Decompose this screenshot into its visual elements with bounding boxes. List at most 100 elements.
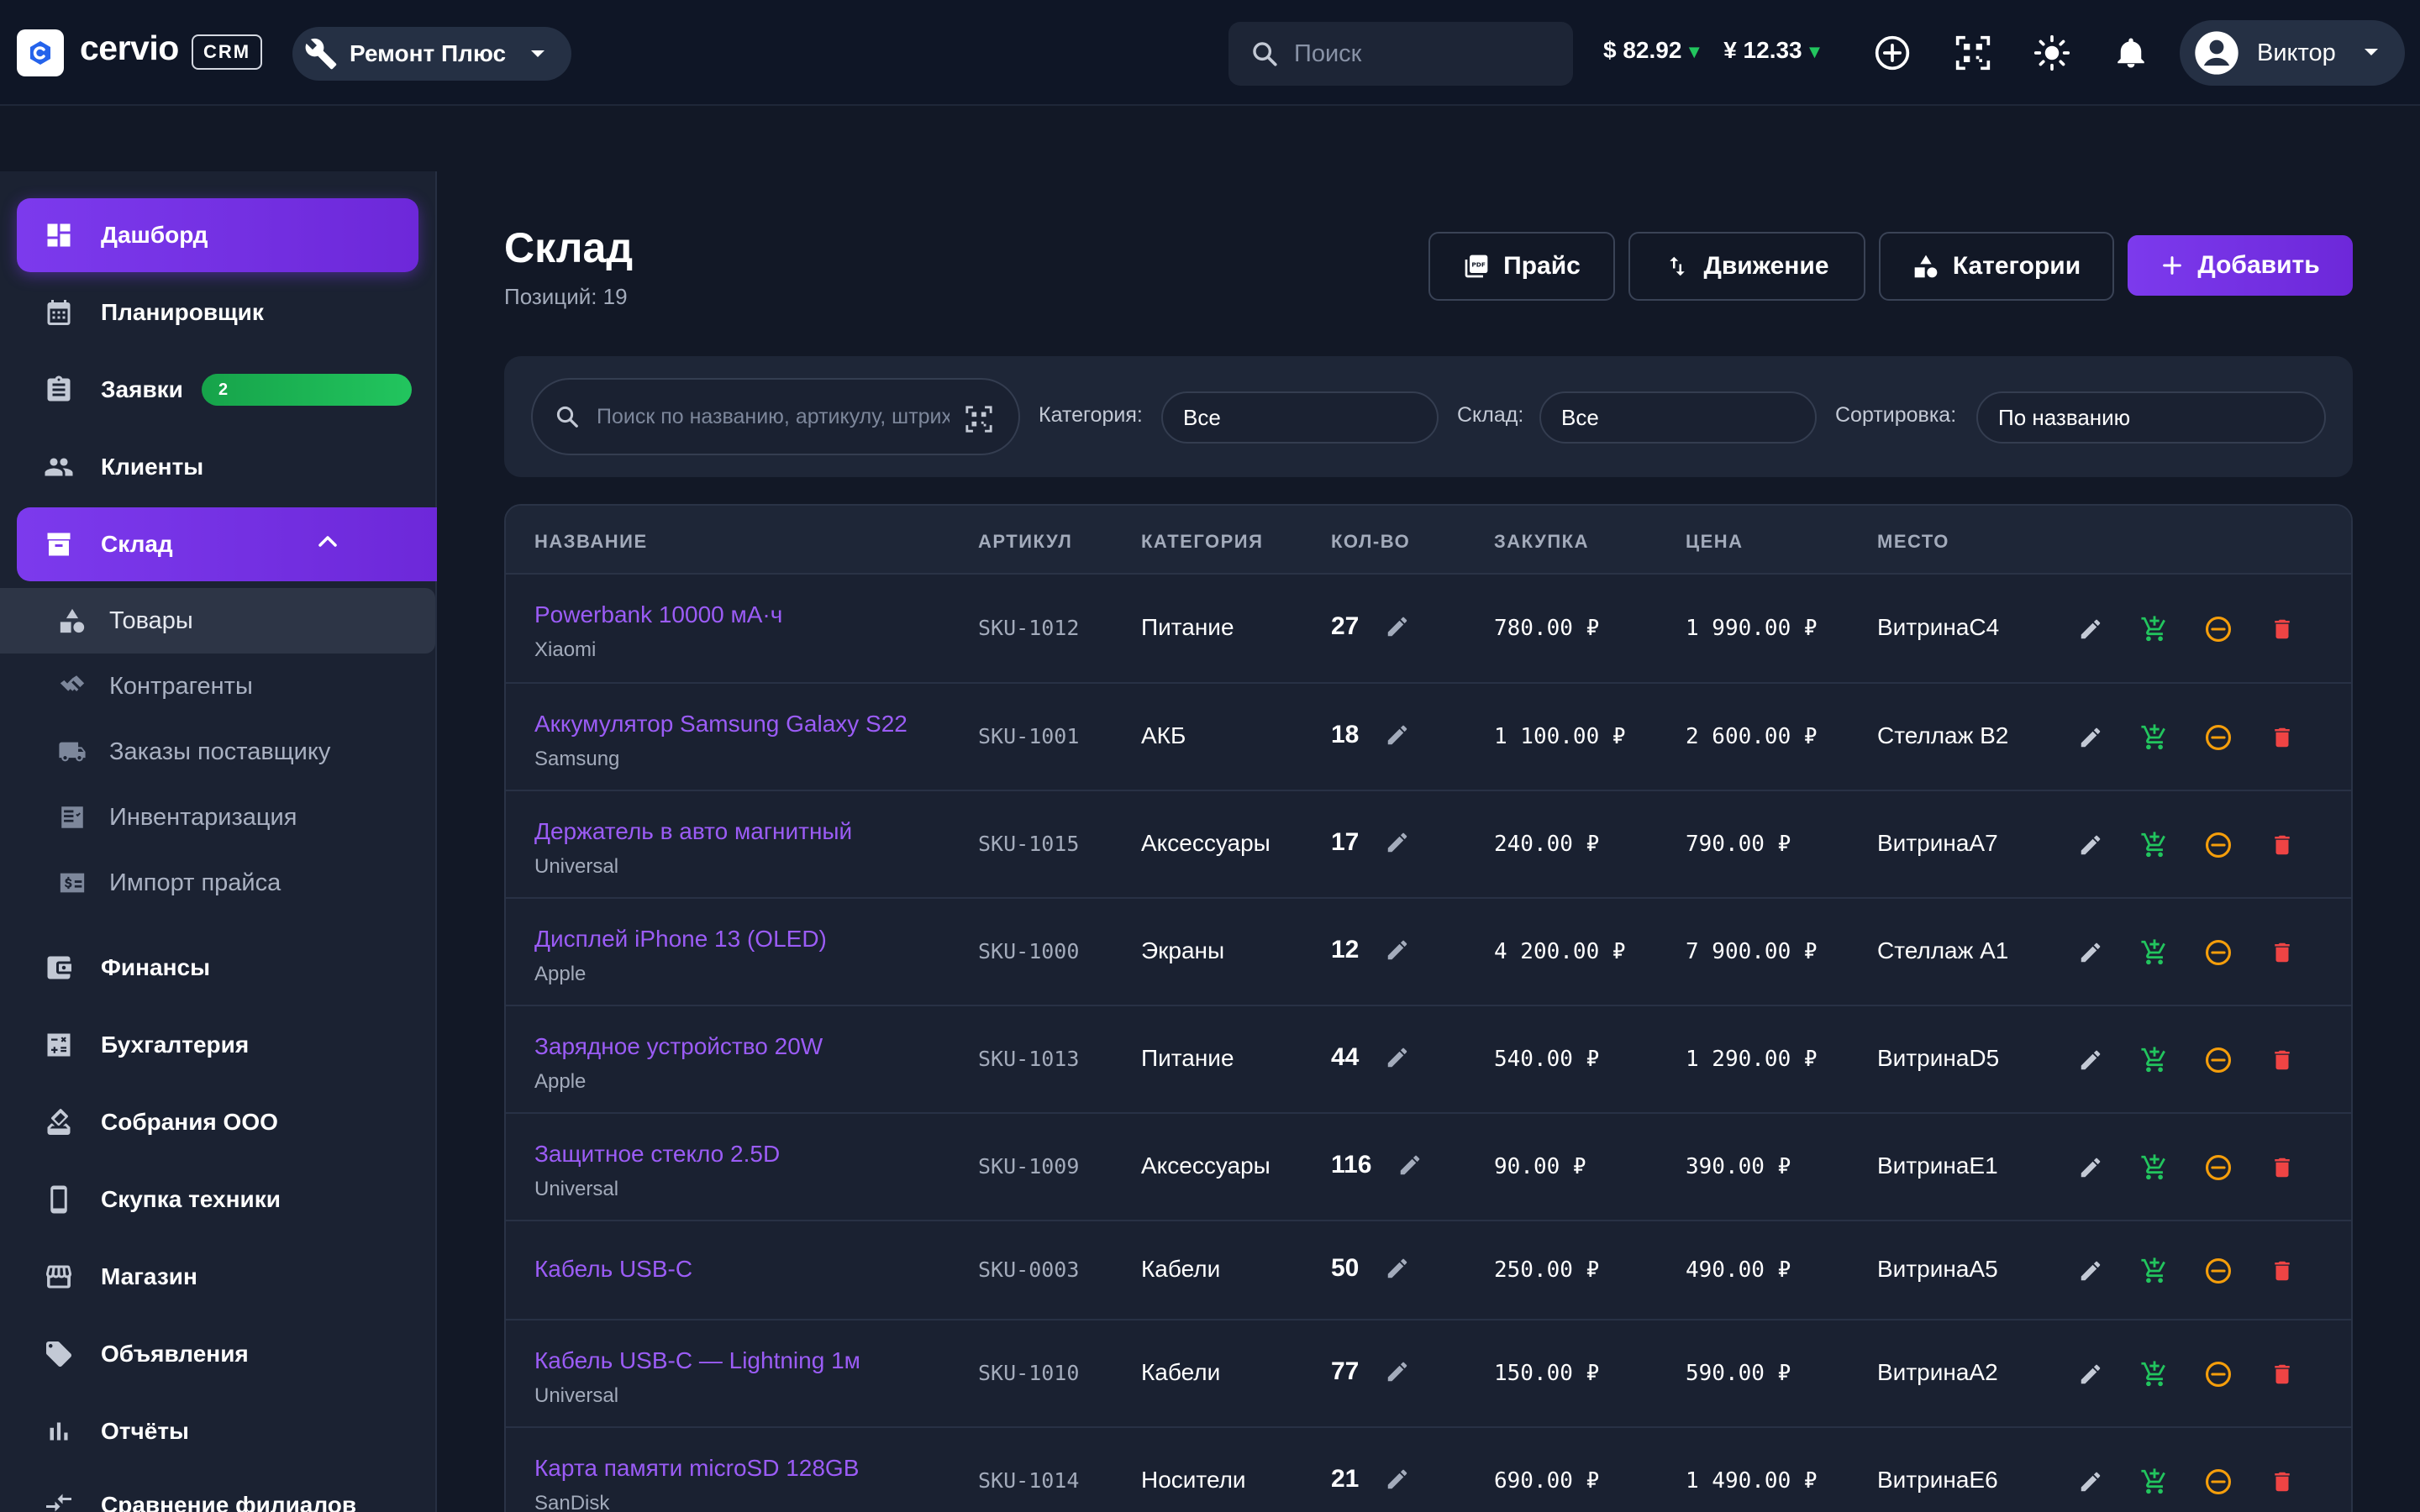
edit-qty-icon[interactable] <box>1382 1042 1413 1073</box>
add-circle-button[interactable] <box>1872 33 1912 73</box>
product-name-link[interactable]: Кабель USB-C <box>534 1256 692 1283</box>
sidebar-subitem-inventory[interactable]: Инвентаризация <box>0 785 435 850</box>
edit-icon[interactable] <box>2075 937 2106 968</box>
warehouse-filter-select[interactable]: Все <box>1539 391 1817 444</box>
add-to-cart-icon[interactable] <box>2139 1045 2170 1075</box>
add-to-cart-icon[interactable] <box>2139 830 2170 860</box>
sidebar-item-buyback[interactable]: Скупка техники <box>17 1163 418 1236</box>
table-row[interactable]: Держатель в авто магнитный Universal SKU-1… <box>506 791 2351 899</box>
edit-qty-icon[interactable] <box>1382 1357 1413 1387</box>
product-name-link[interactable]: Зарядное устройство 20W <box>534 1033 823 1060</box>
sidebar-item-ads[interactable]: Объявления <box>17 1317 418 1391</box>
write-off-icon[interactable] <box>2203 830 2233 860</box>
delete-icon[interactable] <box>2267 1152 2297 1183</box>
add-to-cart-icon[interactable] <box>2139 614 2170 644</box>
delete-icon[interactable] <box>2267 937 2297 968</box>
write-off-icon[interactable] <box>2203 1467 2233 1497</box>
write-off-icon[interactable] <box>2203 1256 2233 1286</box>
sidebar-item-store[interactable]: Магазин <box>17 1240 418 1314</box>
table-row[interactable]: Карта памяти microSD 128GB SanDisk SKU-101… <box>506 1428 2351 1512</box>
theme-toggle-button[interactable] <box>2032 33 2072 73</box>
categories-button[interactable]: Категории <box>1879 232 2114 301</box>
column-header-location[interactable]: МЕСТО <box>1877 531 1949 553</box>
sidebar-item-meetings[interactable]: Собрания ООО <box>17 1085 418 1159</box>
product-name-link[interactable]: Карта памяти microSD 128GB <box>534 1455 859 1482</box>
edit-icon[interactable] <box>2075 614 2106 644</box>
write-off-icon[interactable] <box>2203 1152 2233 1183</box>
write-off-icon[interactable] <box>2203 722 2233 753</box>
edit-qty-icon[interactable] <box>1382 612 1413 642</box>
table-row[interactable]: Защитное стекло 2.5D Universal SKU-1009 Акс… <box>506 1114 2351 1221</box>
edit-icon[interactable] <box>2075 830 2106 860</box>
write-off-icon[interactable] <box>2203 1359 2233 1389</box>
table-row[interactable]: Кабель USB-C — Lightning 1м Universal SKU-… <box>506 1320 2351 1428</box>
global-search-input[interactable]: Поиск <box>1228 22 1573 86</box>
sidebar-item-warehouse[interactable]: Склад <box>17 507 437 581</box>
barcode-scan-icon[interactable] <box>965 405 993 433</box>
edit-icon[interactable] <box>2075 722 2106 753</box>
edit-icon[interactable] <box>2075 1359 2106 1389</box>
delete-icon[interactable] <box>2267 722 2297 753</box>
column-header-price[interactable]: ЦЕНА <box>1686 531 1744 553</box>
price-list-button[interactable]: PDF Прайс <box>1428 232 1615 301</box>
sidebar-item-branch-compare[interactable]: Сравнение филиалов <box>17 1468 418 1512</box>
sidebar-item-planner[interactable]: Планировщик <box>17 276 418 349</box>
product-name-link[interactable]: Powerbank 10000 мА·ч <box>534 601 782 628</box>
movement-button[interactable]: Движение <box>1628 232 1865 301</box>
edit-icon[interactable] <box>2075 1467 2106 1497</box>
write-off-icon[interactable] <box>2203 1045 2233 1075</box>
delete-icon[interactable] <box>2267 1467 2297 1497</box>
product-name-link[interactable]: Защитное стекло 2.5D <box>534 1141 780 1168</box>
notifications-button[interactable] <box>2111 33 2151 73</box>
product-name-link[interactable]: Аккумулятор Samsung Galaxy S22 <box>534 711 908 738</box>
company-selector[interactable]: Ремонт Плюс <box>292 27 571 81</box>
add-to-cart-icon[interactable] <box>2139 722 2170 753</box>
sidebar-item-reports[interactable]: Отчёты <box>17 1394 418 1468</box>
edit-qty-icon[interactable] <box>1382 1464 1413 1494</box>
add-to-cart-icon[interactable] <box>2139 937 2170 968</box>
sidebar-item-clients[interactable]: Клиенты <box>17 430 418 504</box>
sidebar-item-dashboard[interactable]: Дашборд <box>17 198 418 272</box>
product-search-input[interactable]: Поиск по названию, артикулу, штрихкоду <box>531 378 1020 455</box>
table-row[interactable]: Кабель USB-C SKU-0003 Кабели 50 250.00 ₽ 490.… <box>506 1221 2351 1320</box>
sidebar-item-finance[interactable]: Финансы <box>17 931 418 1005</box>
write-off-icon[interactable] <box>2203 937 2233 968</box>
column-header-name[interactable]: НАЗВАНИЕ <box>534 531 648 553</box>
table-row[interactable]: Дисплей iPhone 13 (OLED) Apple SKU-1000 Экр… <box>506 899 2351 1006</box>
edit-qty-icon[interactable] <box>1395 1150 1425 1180</box>
delete-icon[interactable] <box>2267 1045 2297 1075</box>
user-menu[interactable]: Виктор <box>2180 20 2405 86</box>
edit-icon[interactable] <box>2075 1152 2106 1183</box>
qr-scan-button[interactable] <box>1953 33 1993 73</box>
sidebar-subitem-price-import[interactable]: Импорт прайса <box>0 850 435 916</box>
edit-qty-icon[interactable] <box>1382 1253 1413 1284</box>
delete-icon[interactable] <box>2267 1256 2297 1286</box>
delete-icon[interactable] <box>2267 1359 2297 1389</box>
write-off-icon[interactable] <box>2203 614 2233 644</box>
add-to-cart-icon[interactable] <box>2139 1256 2170 1286</box>
product-name-link[interactable]: Держатель в авто магнитный <box>534 818 852 845</box>
delete-icon[interactable] <box>2267 614 2297 644</box>
logo-mark[interactable] <box>17 29 64 76</box>
sidebar-subitem-contractors[interactable]: Контрагенты <box>0 654 435 719</box>
table-row[interactable]: Зарядное устройство 20W Apple SKU-1013 Пита… <box>506 1006 2351 1114</box>
edit-icon[interactable] <box>2075 1045 2106 1075</box>
column-header-qty[interactable]: КОЛ-ВО <box>1331 531 1410 553</box>
table-row[interactable]: Аккумулятор Samsung Galaxy S22 Samsung SKU… <box>506 684 2351 791</box>
sidebar-subitem-products[interactable]: Товары <box>0 588 435 654</box>
edit-qty-icon[interactable] <box>1382 935 1413 965</box>
add-to-cart-icon[interactable] <box>2139 1467 2170 1497</box>
column-header-purchase[interactable]: ЗАКУПКА <box>1494 531 1589 553</box>
sidebar-subitem-supplier-orders[interactable]: Заказы поставщику <box>0 719 435 785</box>
table-row[interactable]: Powerbank 10000 мА·ч Xiaomi SKU-1012 Питани… <box>506 575 2351 684</box>
product-name-link[interactable]: Дисплей iPhone 13 (OLED) <box>534 926 827 953</box>
delete-icon[interactable] <box>2267 830 2297 860</box>
category-filter-select[interactable]: Все <box>1161 391 1439 444</box>
add-to-cart-icon[interactable] <box>2139 1152 2170 1183</box>
add-product-button[interactable]: Добавить <box>2128 235 2353 296</box>
sidebar-item-accounting[interactable]: Бухгалтерия <box>17 1008 418 1082</box>
edit-qty-icon[interactable] <box>1382 720 1413 750</box>
add-to-cart-icon[interactable] <box>2139 1359 2170 1389</box>
sidebar-item-requests[interactable]: Заявки 2 <box>17 353 418 427</box>
product-name-link[interactable]: Кабель USB-C — Lightning 1м <box>534 1347 860 1374</box>
